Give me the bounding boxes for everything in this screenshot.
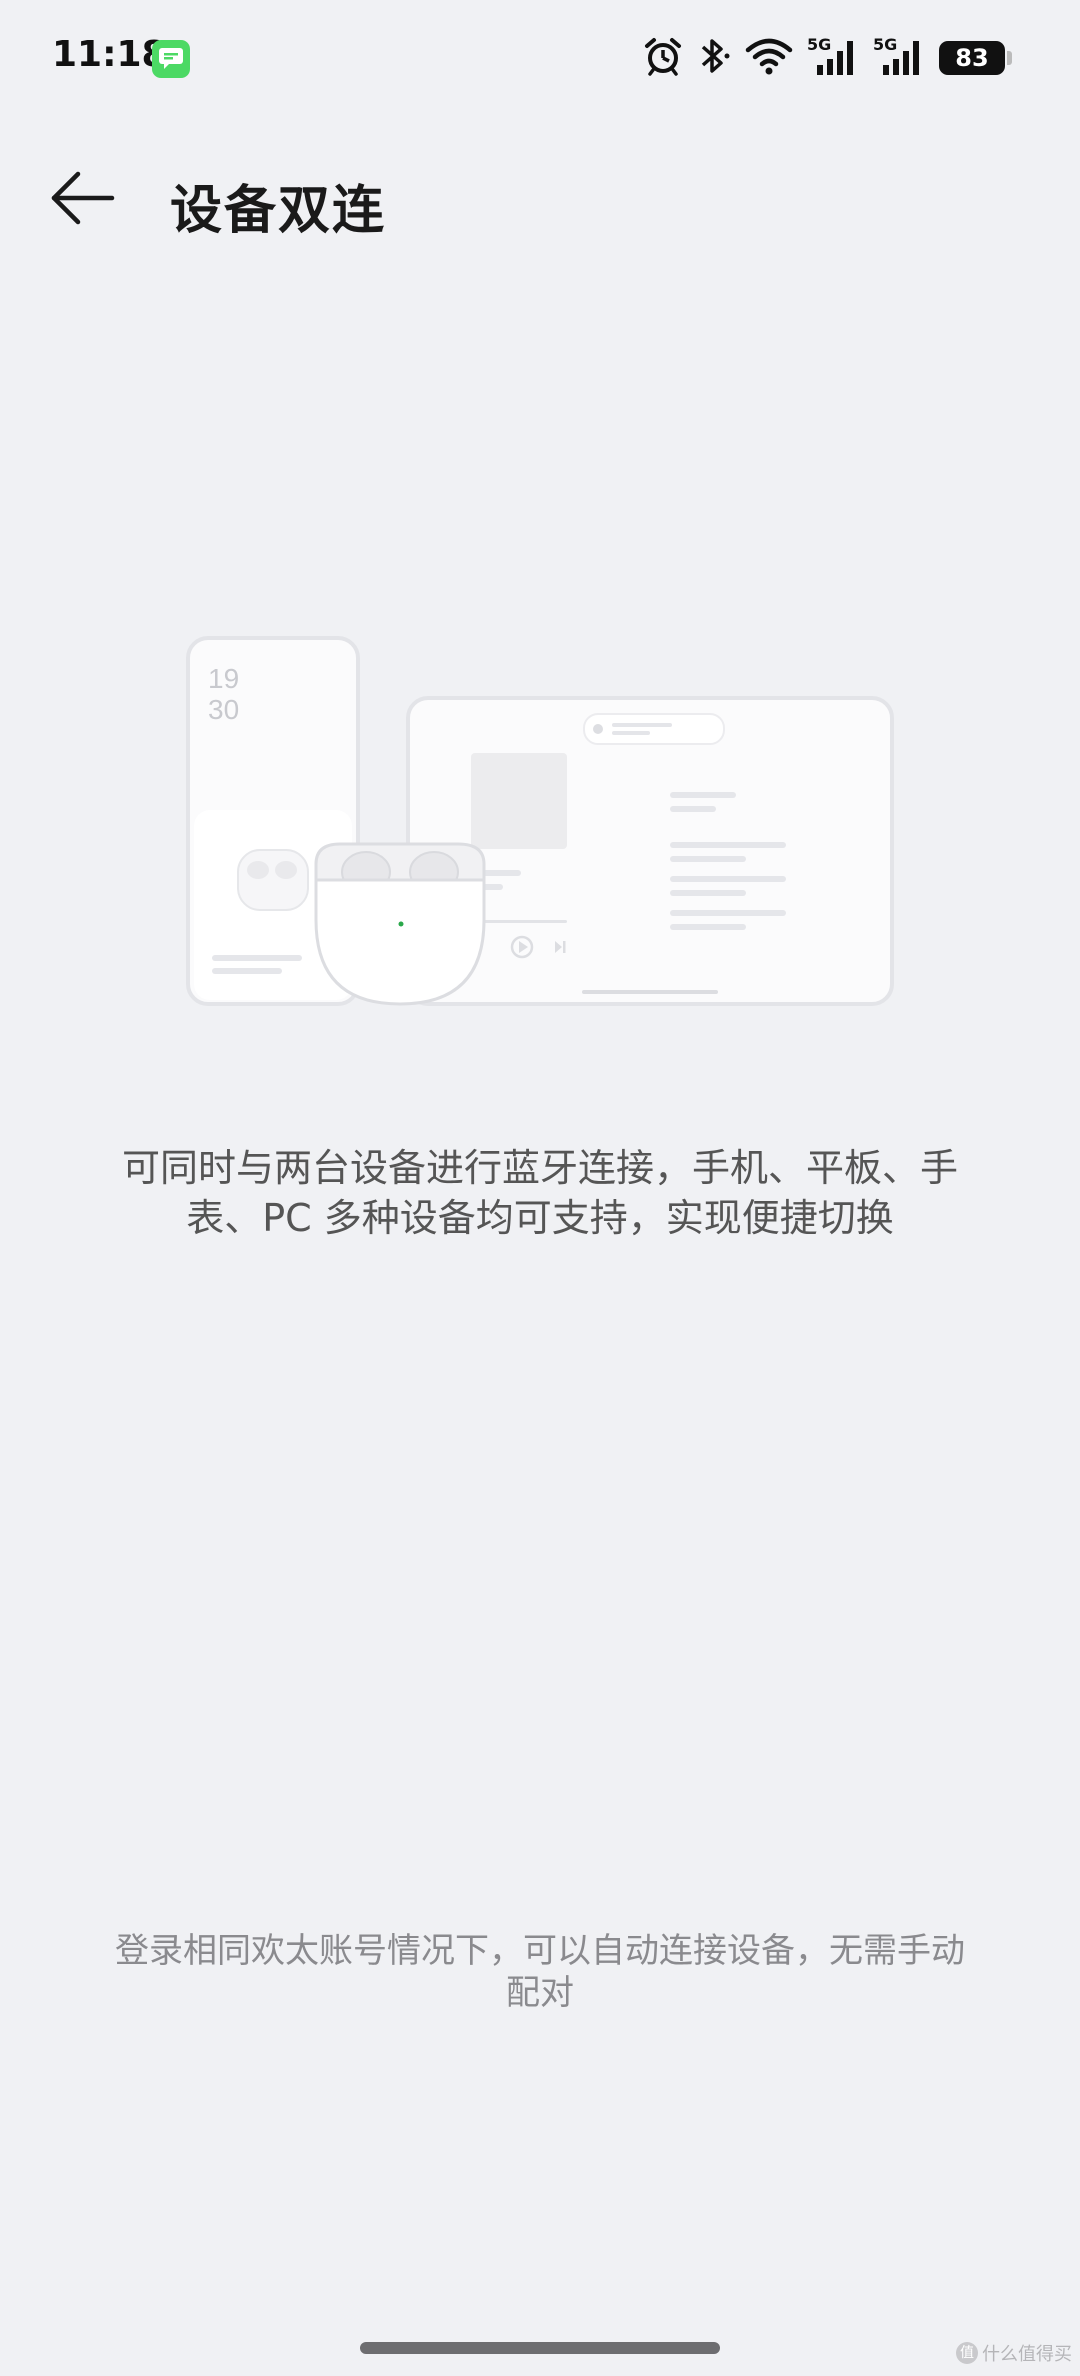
bluetooth-icon bbox=[697, 36, 731, 80]
earbuds-case-illustration bbox=[314, 842, 486, 1006]
watermark-text: 什么值得买 bbox=[982, 2344, 1072, 2365]
page-title: 设备双连 bbox=[170, 181, 387, 241]
status-bar: 11:18 5G 5G 83 bbox=[0, 0, 1080, 120]
status-time: 11:18 bbox=[52, 34, 167, 75]
watermark-logo-icon: 值 bbox=[956, 2342, 978, 2364]
back-button[interactable] bbox=[48, 165, 120, 231]
message-notification-icon bbox=[152, 40, 190, 78]
cellular-signal-2-icon: 5G bbox=[873, 35, 925, 79]
phone-clock-minute: 30 bbox=[208, 694, 239, 725]
account-footnote-line-2: 配对 bbox=[506, 1973, 574, 2013]
feature-description-line-1: 可同时与两台设备进行蓝牙连接，手机、平板、手 bbox=[121, 1146, 958, 1190]
watermark: 值 什么值得买 bbox=[956, 2340, 1072, 2366]
status-icons: 5G 5G 83 bbox=[643, 35, 1012, 80]
cellular-signal-1-icon: 5G bbox=[807, 35, 859, 79]
battery-indicator: 83 bbox=[939, 41, 1012, 75]
home-indicator[interactable] bbox=[360, 2342, 720, 2354]
feature-description-line-2: 表、PC 多种设备均可支持，实现便捷切换 bbox=[186, 1196, 894, 1240]
earbuds-case-led bbox=[398, 921, 404, 927]
account-footnote: 登录相同欢太账号情况下，可以自动连接设备，无需手动 配对 bbox=[70, 1930, 1010, 2014]
alarm-icon bbox=[643, 36, 683, 80]
account-footnote-line-1: 登录相同欢太账号情况下，可以自动连接设备，无需手动 bbox=[115, 1931, 965, 1971]
phone-clock-hour: 19 bbox=[208, 663, 239, 694]
feature-description: 可同时与两台设备进行蓝牙连接，手机、平板、手 表、PC 多种设备均可支持，实现便… bbox=[60, 1143, 1020, 1243]
wifi-icon bbox=[745, 36, 793, 80]
back-arrow-icon bbox=[51, 171, 115, 225]
dual-connection-illustration: 19 30 bbox=[180, 630, 900, 1030]
